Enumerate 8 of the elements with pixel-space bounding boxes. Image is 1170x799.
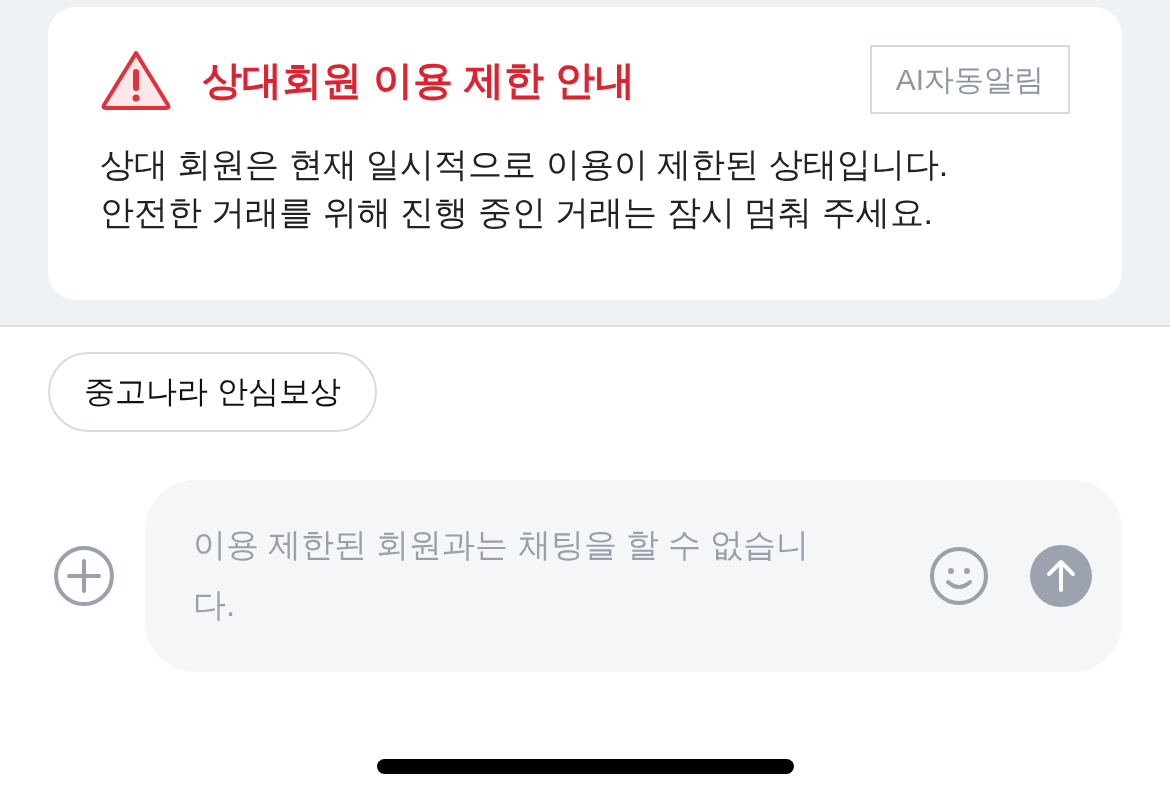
emoji-icon[interactable] [928,545,990,607]
notice-tag: AI자동알림 [869,45,1070,114]
chip-button[interactable]: 중고나라 안심보상 [48,352,377,432]
add-icon[interactable] [52,544,116,608]
warning-icon [100,48,172,111]
notice-title: 상대회원 이용 제한 안내 [202,56,636,104]
notice-message: 상대 회원은 현재 일시적으로 이용이 제한된 상태입니다. 안전한 거래를 위해 진행 중인 거래는 잠시 멈춰 주세요. [100,144,950,233]
arrow-up-icon [1045,559,1077,593]
